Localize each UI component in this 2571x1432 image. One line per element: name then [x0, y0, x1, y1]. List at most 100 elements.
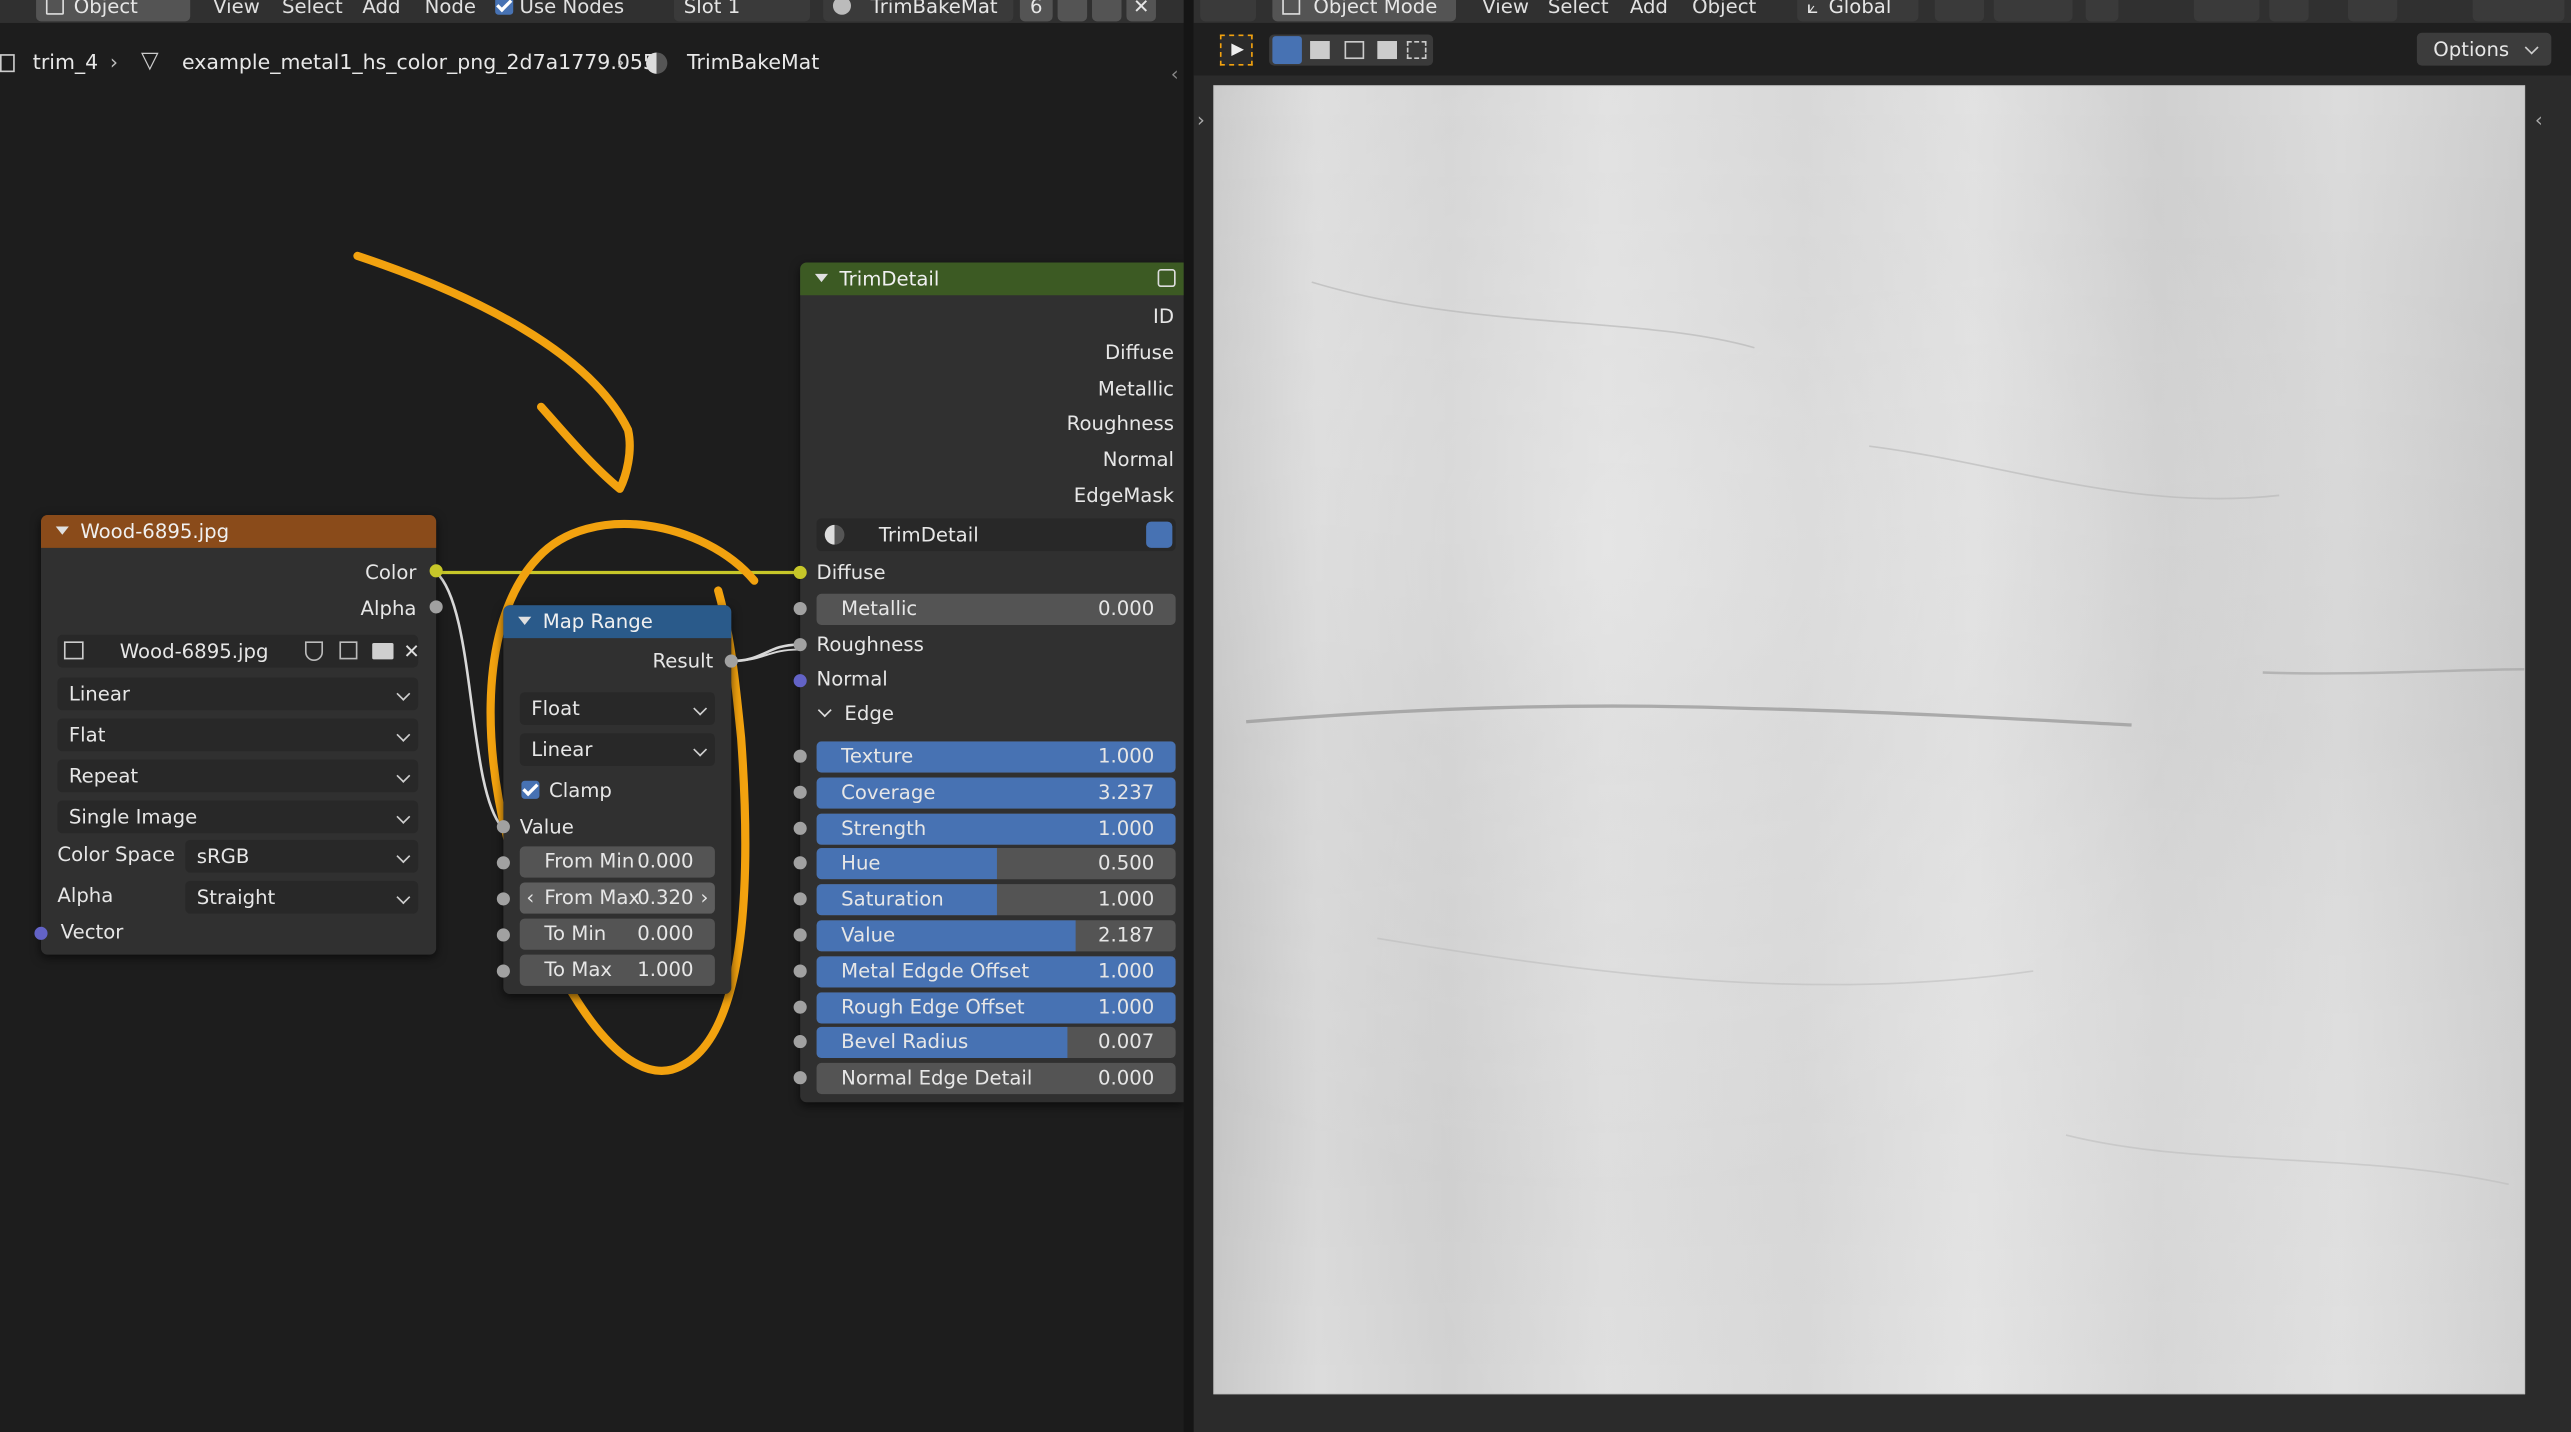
3d-viewport[interactable]: Object Mode View Select Add Object ⟀ Glob… [1193, 0, 2571, 1432]
input-edge-socket[interactable] [793, 892, 807, 906]
map-range-header[interactable]: Map Range [503, 605, 732, 639]
input-roughness-socket[interactable] [793, 638, 807, 652]
input-diffuse-socket[interactable] [793, 565, 807, 580]
edge-field-row[interactable]: Normal Edge Detail 0.000 [816, 1063, 1176, 1095]
shading-mode-icon[interactable] [2472, 0, 2565, 22]
metallic-field[interactable]: Metallic 0.000 [816, 593, 1176, 625]
toolbar-toggle-chevron-icon[interactable]: › [1197, 108, 1205, 131]
from-max-field[interactable]: ‹ From Max 0.320 › [519, 882, 715, 914]
unlink-close-icon[interactable]: ✕ [403, 635, 419, 668]
input-metallic-socket[interactable] [793, 601, 807, 616]
input-normal-socket[interactable] [793, 674, 807, 688]
from-min-field[interactable]: From Min 0.000 [519, 846, 715, 878]
node-editor[interactable]: Object View Select Add Node Use Nodes Sl… [0, 0, 1184, 1432]
fake-user-shield-icon[interactable] [1146, 521, 1173, 548]
interpolation-dropdown[interactable]: Linear [57, 677, 419, 711]
gizmo-toggle-icon[interactable] [2193, 0, 2260, 22]
select-invert-icon[interactable] [1377, 41, 1397, 60]
image-datablock[interactable]: Wood-6895.jpg ✕ [57, 634, 420, 668]
overlays-icon[interactable] [2269, 0, 2309, 22]
alpha-mode-dropdown[interactable]: Straight [185, 880, 419, 914]
edge-field-row[interactable]: Strength 1.000 [816, 812, 1176, 845]
collapse-sidebar-chevron-icon[interactable]: ‹ [1171, 62, 1179, 85]
edge-field-row[interactable]: Coverage 3.237 [816, 777, 1176, 809]
input-to-max-socket[interactable] [496, 964, 510, 978]
collapse-triangle-icon[interactable] [55, 526, 69, 535]
vp-menu-object[interactable]: Object [1692, 0, 1756, 18]
to-max-field[interactable]: To Max 1.000 [519, 954, 715, 986]
edge-field-row[interactable]: Value 2.187 [816, 920, 1176, 952]
edge-panel-toggle[interactable]: Edge [817, 702, 894, 725]
xray-toggle-icon[interactable] [2348, 0, 2398, 22]
input-edge-socket[interactable] [793, 1035, 807, 1049]
input-value-socket[interactable] [496, 820, 510, 834]
clamp-toggle[interactable]: Clamp [521, 779, 612, 802]
edge-field-row[interactable]: Hue 0.500 [816, 848, 1176, 880]
image-icon[interactable] [63, 641, 84, 660]
node-group-selector[interactable]: TrimDetail [816, 518, 1176, 552]
interpolation-type-dropdown[interactable]: Linear [519, 733, 715, 767]
selection-mode-buttons[interactable] [1269, 34, 1434, 66]
select-new-icon[interactable] [1272, 36, 1302, 64]
edge-field-row[interactable]: Texture 1.000 [816, 741, 1176, 773]
trimdetail-header[interactable]: TrimDetail [800, 262, 1184, 296]
vp-menu-view[interactable]: View [1482, 0, 1529, 18]
input-vector-socket[interactable] [34, 926, 48, 940]
input-edge-socket[interactable] [793, 749, 807, 763]
projection-dropdown[interactable]: Flat [57, 718, 419, 752]
input-edge-socket[interactable] [793, 856, 807, 871]
object-mode-dropdown[interactable]: Object Mode [1272, 0, 1457, 22]
input-edge-socket[interactable] [793, 964, 807, 978]
extension-dropdown[interactable]: Repeat [57, 759, 419, 793]
data-type-dropdown[interactable]: Float [519, 692, 715, 726]
output-color-socket[interactable] [429, 564, 443, 578]
edge-field-row[interactable]: Rough Edge Offset 1.000 [816, 991, 1176, 1023]
proportional-editing-icon[interactable] [2085, 0, 2119, 22]
image-texture-node[interactable]: Wood-6895.jpg Color Alpha Wood-6895.jpg … [34, 515, 443, 955]
vp-menu-add[interactable]: Add [1630, 0, 1668, 18]
options-dropdown[interactable]: Options [2416, 32, 2552, 66]
input-normal-label: Normal [816, 667, 888, 691]
input-from-max-socket[interactable] [496, 892, 510, 906]
viewport-editor-type-icon[interactable] [1200, 0, 1256, 22]
edge-field-row[interactable]: Bevel Radius 0.007 [816, 1027, 1176, 1059]
edge-field-row[interactable]: Metal Edgde Offset 1.000 [816, 955, 1176, 988]
select-subtract-icon[interactable] [1344, 41, 1365, 60]
edge-field-row[interactable]: Saturation 1.000 [816, 884, 1176, 916]
open-folder-icon[interactable] [372, 643, 394, 660]
snapping-icon[interactable] [1993, 0, 2073, 22]
transform-orientation-dropdown[interactable]: ⟀ Global [1797, 0, 1919, 22]
output-result-socket[interactable] [724, 654, 738, 668]
to-min-field[interactable]: To Min 0.000 [519, 918, 715, 950]
input-edge-socket[interactable] [793, 821, 807, 835]
pivot-point-icon[interactable] [1934, 0, 1985, 22]
select-intersect-icon[interactable] [1406, 41, 1427, 60]
input-to-min-socket[interactable] [496, 928, 510, 942]
duplicate-image-icon[interactable] [339, 641, 358, 660]
trimdetail-group-node[interactable]: TrimDetail ID Diffuse Metallic Roughness… [793, 262, 1184, 1103]
select-tool-icon[interactable]: ▶ [1219, 34, 1253, 66]
collapse-triangle-icon[interactable] [814, 273, 829, 283]
color-space-dropdown[interactable]: sRGB [185, 839, 419, 873]
image-node-header[interactable]: Wood-6895.jpg [40, 515, 437, 548]
output-alpha-socket[interactable] [429, 600, 443, 614]
to-min-value: 0.000 [637, 921, 694, 945]
input-edge-socket[interactable] [793, 785, 807, 799]
node-tree-icon[interactable] [824, 524, 845, 545]
sidebar-toggle-chevron-icon[interactable]: ‹ [2535, 108, 2543, 131]
input-edge-socket[interactable] [793, 999, 807, 1014]
collapse-triangle-icon[interactable] [518, 616, 532, 625]
increment-arrow-icon[interactable]: › [700, 882, 708, 913]
source-dropdown[interactable]: Single Image [57, 800, 419, 834]
input-from-min-socket[interactable] [496, 856, 510, 870]
input-edge-socket[interactable] [793, 1071, 807, 1085]
vp-menu-select[interactable]: Select [1548, 0, 1609, 18]
map-range-node[interactable]: Map Range Result Float Linear Clamp Valu… [496, 605, 738, 995]
input-edge-socket[interactable] [793, 928, 807, 942]
node-group-icon[interactable] [1157, 269, 1176, 288]
decrement-arrow-icon[interactable]: ‹ [526, 882, 534, 913]
area-divider[interactable] [1183, 0, 1194, 1432]
fake-user-shield-icon[interactable] [304, 641, 324, 662]
clamp-checkbox[interactable] [521, 780, 540, 799]
select-extend-icon[interactable] [1310, 41, 1330, 60]
